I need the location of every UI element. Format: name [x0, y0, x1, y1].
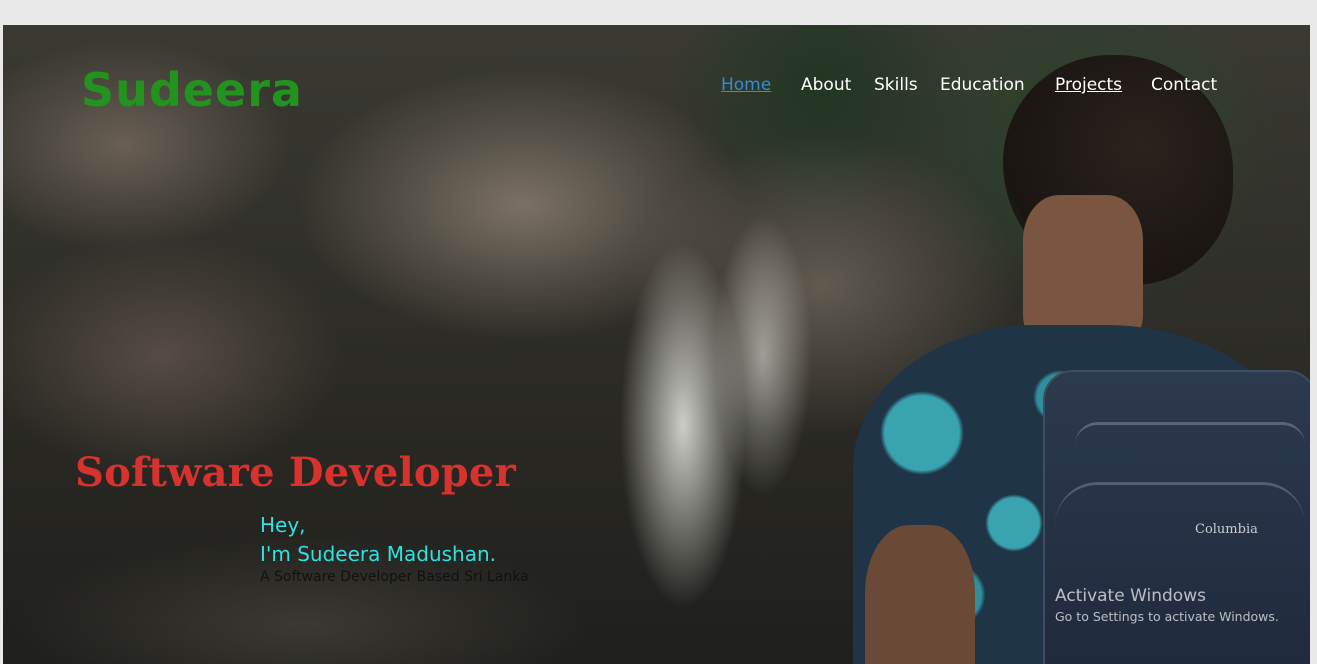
- person-neck: [1023, 195, 1143, 345]
- nav-link-home[interactable]: Home: [721, 75, 801, 95]
- backpack-logo: Columbia: [1195, 522, 1258, 537]
- nav-link-projects[interactable]: Projects: [1055, 75, 1151, 95]
- browser-viewport: Columbia Sudeera Home About Skills Educa…: [3, 25, 1310, 664]
- backpack-zipper: [1075, 422, 1305, 445]
- hero-tagline: A Software Developer Based Sri Lanka: [260, 569, 529, 585]
- person-arm: [865, 525, 975, 664]
- nav-link-skills[interactable]: Skills: [874, 75, 940, 95]
- hero-headline: Software Developer: [75, 449, 516, 496]
- nav-link-education[interactable]: Education: [940, 75, 1055, 95]
- site-logo[interactable]: Sudeera: [81, 63, 303, 117]
- nav-link-contact[interactable]: Contact: [1151, 75, 1231, 95]
- main-nav: Home About Skills Education Projects Con…: [721, 75, 1231, 95]
- hero-name-line: I'm Sudeera Madushan.: [260, 542, 497, 566]
- windows-activation-watermark: Activate Windows Go to Settings to activ…: [1055, 585, 1279, 627]
- backpack-zipper-lower: [1055, 482, 1305, 525]
- watermark-title: Activate Windows: [1055, 586, 1206, 606]
- hero-intro: Hey, I'm Sudeera Madushan.: [260, 511, 496, 569]
- hero-greeting: Hey,: [260, 513, 306, 537]
- nav-link-about[interactable]: About: [801, 75, 874, 95]
- watermark-subtitle: Go to Settings to activate Windows.: [1055, 609, 1279, 624]
